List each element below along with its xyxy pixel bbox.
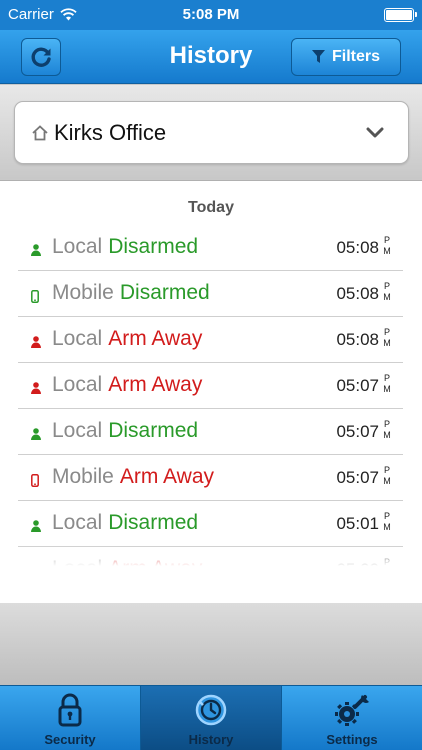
user-icon — [31, 244, 41, 256]
phone-icon — [31, 290, 39, 303]
event-ampm-bottom: M — [383, 246, 391, 256]
event-time: 05:08 — [336, 330, 379, 349]
list-item[interactable]: Local Disarmed 05:01 P M — [18, 501, 403, 547]
location-selector-area: Kirks Office — [0, 85, 422, 179]
list-item[interactable]: Mobile Disarmed 05:08 P M — [18, 271, 403, 317]
history-panel: Today Local Disarmed 05:08 P M Mobile Disarmed… — [0, 180, 422, 603]
nav-bar: History Filters — [0, 30, 422, 84]
location-name: Kirks Office — [54, 120, 167, 145]
event-time: 05:08 — [336, 238, 379, 257]
event-time: 05:08 — [336, 284, 379, 303]
event-source: Local — [52, 327, 103, 350]
event-ampm-top: P — [383, 511, 390, 521]
tab-bar: Security History Settings — [0, 685, 422, 750]
filter-icon — [311, 50, 325, 63]
app: Carrier 5:08 PM History Filters Kirks Of… — [0, 0, 422, 750]
event-ampm-top: P — [383, 465, 390, 475]
status-bar: Carrier 5:08 PM — [0, 0, 422, 30]
status-time: 5:08 PM — [182, 6, 240, 23]
event-source: Local — [52, 235, 103, 258]
filters-button[interactable]: Filters — [291, 38, 401, 76]
list-item[interactable]: Mobile Arm Away 05:07 P M — [18, 455, 403, 501]
tab-settings[interactable]: Settings — [282, 686, 422, 750]
event-ampm: PM — [382, 281, 392, 303]
event-ampm-bottom: M — [383, 292, 391, 302]
event-action: Disarmed — [108, 235, 199, 258]
event-ampm: PM — [382, 465, 392, 487]
event-source: Local — [52, 419, 103, 442]
event-label: Local Disarmed — [52, 419, 198, 443]
chevron-down-icon — [366, 127, 384, 138]
event-action: Disarmed — [108, 419, 199, 442]
list-item[interactable]: Local Arm Away 05:08 P M — [18, 317, 403, 363]
list-item[interactable]: Local Disarmed 05:07 P M — [18, 409, 403, 455]
event-ampm-top: P — [383, 327, 390, 337]
event-ampm: PM — [382, 235, 392, 257]
phone-icon — [31, 474, 39, 487]
event-ampm-top: P — [383, 235, 390, 245]
event-source: Mobile — [52, 281, 114, 304]
empty-area — [0, 603, 422, 685]
event-action: Disarmed — [119, 281, 210, 304]
event-label: LocalArm Away — [52, 373, 202, 397]
tab-security[interactable]: Security — [0, 686, 141, 750]
event-ampm-bottom: M — [383, 476, 391, 486]
event-ampm: PM — [382, 373, 392, 395]
event-label: Local Disarmed — [52, 511, 198, 535]
event-time: 05:07 — [336, 468, 379, 487]
event-ampm-top: P — [383, 419, 390, 429]
event-list[interactable]: Local Disarmed 05:08 P M Mobile Disarmed 05:08 P… — [18, 225, 403, 568]
event-action: Arm Away — [119, 465, 215, 488]
event-label: Mobile Disarmed — [52, 281, 210, 305]
user-icon — [31, 336, 41, 348]
battery-icon — [384, 8, 417, 22]
event-source: Mobile — [52, 465, 114, 488]
settings-icon — [335, 695, 369, 726]
history-icon — [195, 694, 227, 726]
event-label: Local Disarmed — [52, 235, 198, 259]
lock-icon — [58, 693, 82, 727]
event-label: Mobile Arm Away — [52, 465, 214, 489]
location-select[interactable]: Kirks Office — [14, 101, 409, 164]
event-time: 05:07 — [336, 422, 379, 441]
event-ampm-bottom: M — [383, 430, 391, 440]
event-action: Arm Away — [108, 373, 203, 396]
event-time: 05:07 — [336, 376, 379, 395]
event-ampm-top: P — [383, 281, 390, 291]
event-action: Arm Away — [108, 327, 203, 350]
home-icon — [32, 125, 48, 141]
list-item[interactable]: Local Arm Away 05:07 P M — [18, 363, 403, 409]
event-action: Disarmed — [108, 511, 199, 534]
list-fade — [0, 545, 422, 575]
event-ampm: PM — [382, 511, 392, 533]
event-ampm-bottom: M — [383, 384, 391, 394]
event-label: LocalArm Away — [52, 327, 202, 351]
event-ampm-top: P — [383, 373, 390, 383]
tab-history[interactable]: History — [141, 686, 282, 750]
event-time: 05:01 — [336, 514, 379, 533]
user-icon — [31, 428, 41, 440]
event-ampm-bottom: M — [383, 522, 391, 532]
user-icon — [31, 520, 41, 532]
tab-history-label: History — [188, 732, 234, 747]
tab-settings-label: Settings — [326, 732, 378, 747]
filters-label: Filters — [331, 48, 380, 65]
tab-security-label: Security — [44, 732, 96, 747]
list-item[interactable]: Local Disarmed 05:08 P M — [18, 225, 403, 271]
user-icon — [31, 382, 41, 394]
event-ampm-bottom: M — [383, 338, 391, 348]
event-ampm: PM — [382, 327, 392, 349]
section-header: Today — [188, 199, 234, 216]
event-source: Local — [52, 373, 103, 396]
event-ampm: PM — [382, 419, 392, 441]
event-source: Local — [52, 511, 103, 534]
